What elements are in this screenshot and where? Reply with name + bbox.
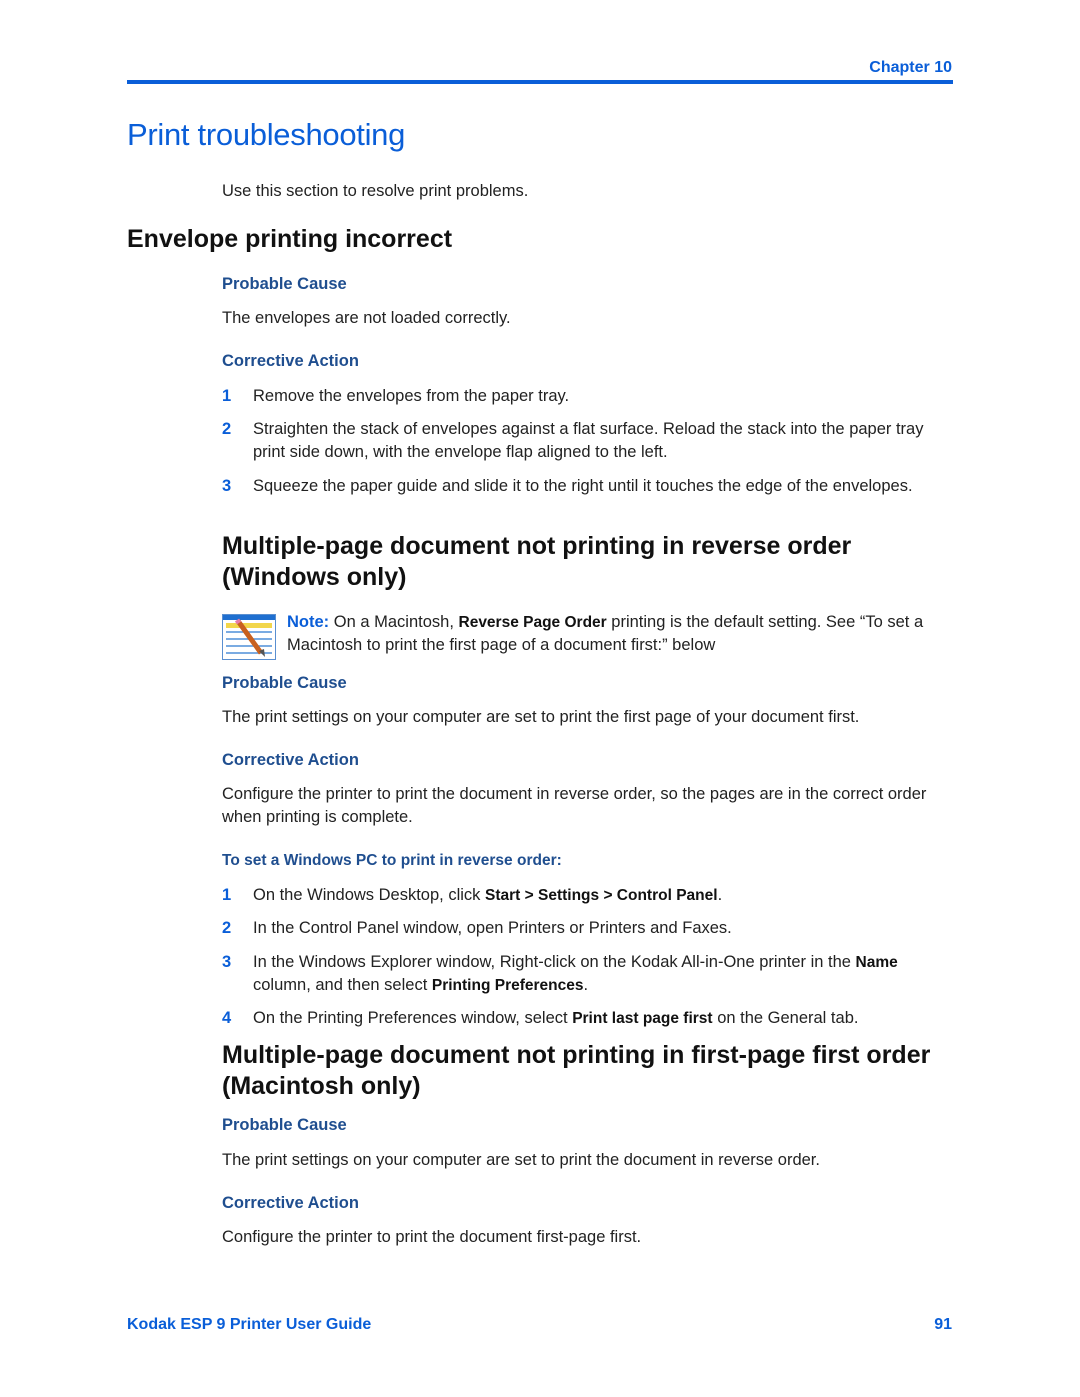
step-number: 4 — [222, 1009, 232, 1027]
note-text-pre: On a Macintosh, — [333, 613, 454, 631]
menu-path: Start > Settings > Control Panel — [485, 887, 718, 904]
list-item: 3 Squeeze the paper guide and slide it t… — [222, 475, 954, 498]
note-text: Note: On a Macintosh, Reverse Page Order… — [287, 611, 957, 657]
corrective-action-label: Corrective Action — [222, 352, 359, 370]
step-number: 1 — [222, 886, 232, 904]
probable-cause-text: The print settings on your computer are … — [222, 708, 860, 726]
step-text: On the Printing Preferences window, sele… — [253, 1007, 954, 1030]
list-item: 1 On the Windows Desktop, click Start > … — [222, 884, 954, 907]
step-number: 3 — [222, 477, 232, 495]
probable-cause-label: Probable Cause — [222, 1116, 347, 1134]
header-rule — [127, 80, 953, 84]
page-number: 91 — [934, 1316, 952, 1333]
step-number: 2 — [222, 919, 232, 937]
step-text-pre: On the Windows Desktop, click — [253, 886, 481, 904]
guide-title: Kodak ESP 9 Printer User Guide — [127, 1316, 372, 1333]
step-number: 2 — [222, 420, 232, 438]
step-number: 1 — [222, 387, 232, 405]
list-item: 1 Remove the envelopes from the paper tr… — [222, 385, 954, 408]
column-name: Name — [855, 954, 898, 971]
list-item: 3 In the Windows Explorer window, Right-… — [222, 951, 954, 997]
note-pencil-icon — [222, 614, 276, 660]
procedure-label: To set a Windows PC to print in reverse … — [222, 852, 562, 869]
step-text-post: . — [583, 976, 589, 994]
menu-option: Printing Preferences — [431, 977, 584, 994]
section-heading-mac-first-page: Multiple-page document not printing in f… — [222, 1041, 931, 1100]
step-text: In the Control Panel window, open Printe… — [253, 919, 732, 937]
section-heading-envelope: Envelope printing incorrect — [127, 225, 453, 253]
corrective-action-text: Configure the printer to print the docum… — [222, 1228, 642, 1246]
corrective-action-text: Configure the printer to print the docum… — [222, 785, 927, 826]
step-text: On the Windows Desktop, click Start > Se… — [253, 884, 954, 907]
corrective-action-label: Corrective Action — [222, 751, 359, 769]
page-title: Print troubleshooting — [127, 117, 406, 152]
step-text-post: . — [717, 886, 723, 904]
probable-cause-text: The envelopes are not loaded correctly. — [222, 309, 511, 327]
step-text: Straighten the stack of envelopes agains… — [253, 420, 924, 461]
step-text: Remove the envelopes from the paper tray… — [253, 387, 570, 405]
step-text: Squeeze the paper guide and slide it to … — [253, 477, 913, 495]
section-heading-windows-reverse: Multiple-page document not printing in r… — [222, 532, 852, 591]
step-text-pre: In the Windows Explorer window, Right-cl… — [253, 953, 851, 971]
note-bold-term: Reverse Page Order — [458, 614, 607, 631]
chapter-label: Chapter 10 — [869, 59, 952, 76]
list-item: 2 In the Control Panel window, open Prin… — [222, 917, 954, 940]
corrective-action-label: Corrective Action — [222, 1194, 359, 1212]
step-number: 3 — [222, 953, 232, 971]
note-label: Note: — [287, 613, 330, 631]
probable-cause-text: The print settings on your computer are … — [222, 1151, 820, 1169]
probable-cause-label: Probable Cause — [222, 275, 347, 293]
step-text-mid: column, and then select — [253, 976, 428, 994]
step-text-post: on the General tab. — [717, 1009, 859, 1027]
probable-cause-label: Probable Cause — [222, 674, 347, 692]
list-item: 2 Straighten the stack of envelopes agai… — [222, 418, 954, 464]
list-item: 4 On the Printing Preferences window, se… — [222, 1007, 954, 1030]
intro-text: Use this section to resolve print proble… — [222, 182, 529, 200]
step-text: In the Windows Explorer window, Right-cl… — [253, 951, 954, 997]
step-text-pre: On the Printing Preferences window, sele… — [253, 1009, 568, 1027]
option-name: Print last page first — [572, 1010, 713, 1027]
